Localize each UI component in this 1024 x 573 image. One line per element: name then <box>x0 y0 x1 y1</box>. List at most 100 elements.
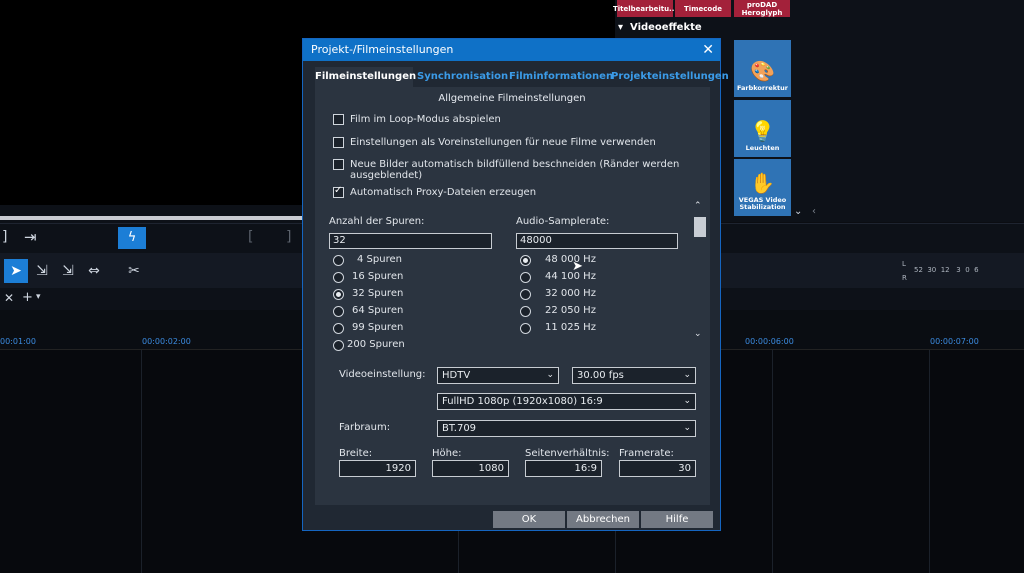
grid-line <box>141 350 142 573</box>
auto-crop-label: Neue Bilder automatisch bildfüllend besc… <box>350 159 680 181</box>
colorspace-label: Farbraum: <box>339 422 391 433</box>
tracks-radio-4[interactable] <box>333 255 344 266</box>
tracks-input[interactable]: 32 <box>329 233 492 249</box>
dropdown-arrow-icon[interactable]: ▾ <box>36 292 41 302</box>
tile-stabilization[interactable]: ✋ VEGAS Video Stabilization <box>734 159 791 216</box>
scrub-bar[interactable] <box>0 216 303 220</box>
help-button[interactable]: Hilfe <box>641 511 713 528</box>
close-icon[interactable]: ✕ <box>4 291 14 305</box>
select-value: FullHD 1080p (1920x1080) 16:9 <box>442 396 603 407</box>
hand-icon: ✋ <box>750 171 775 195</box>
samplerate-option: 22 050 Hz <box>545 305 596 316</box>
tile-label: VEGAS Video Stabilization <box>738 196 787 211</box>
mark-in-icon[interactable]: [ <box>248 229 253 245</box>
videoeffekte-section[interactable]: ▾ Videoeffekte <box>618 22 702 33</box>
select-range-icon[interactable]: ⇲ <box>30 259 54 283</box>
collapse-triangle-icon: ▾ <box>618 22 624 33</box>
effect-item-title[interactable]: Titelbearbeitu... <box>613 0 677 17</box>
chevron-down-icon: ⌄ <box>683 370 691 380</box>
dialog-title: Projekt-/Filmeinstellungen <box>311 43 454 56</box>
ok-button[interactable]: OK <box>493 511 565 528</box>
ruler-label: 00:00:02:00 <box>142 337 191 346</box>
close-icon[interactable]: ✕ <box>702 39 714 61</box>
scrollbar[interactable]: ⌃ ⌄ <box>692 201 706 339</box>
tracks-option: 200 Spuren <box>347 339 405 350</box>
level-meter: L 52 30 12 3 0 6 R <box>898 258 1024 286</box>
scroll-up-icon[interactable]: ⌃ <box>694 201 702 211</box>
tab-panel: Allgemeine Filmeinstellungen Film im Loo… <box>315 87 710 505</box>
palette-icon: 🎨 <box>750 59 775 83</box>
tile-leuchten[interactable]: 💡 Leuchten <box>734 100 791 157</box>
stretch-icon[interactable]: ⇔ <box>82 259 106 283</box>
effect-item-heroglyph[interactable]: proDAD Heroglyph <box>734 0 790 17</box>
proxy-files-checkbox[interactable] <box>333 185 344 198</box>
tracks-radio-64[interactable] <box>333 306 344 317</box>
tracks-option: 99 Spuren <box>352 322 404 333</box>
scroll-left-icon[interactable]: ‹ <box>812 206 816 217</box>
video-format-select[interactable]: FullHD 1080p (1920x1080) 16:9 ⌄ <box>437 393 696 410</box>
select-value: HDTV <box>442 370 471 381</box>
samplerate-option: 48 000 Hz <box>545 254 596 265</box>
tracks-radio-99[interactable] <box>333 323 344 334</box>
tracks-radio-200[interactable] <box>333 340 344 351</box>
samplerate-option: 32 000 Hz <box>545 288 596 299</box>
samplerate-input[interactable]: 48000 <box>516 233 678 249</box>
tracks-radio-32[interactable] <box>333 289 344 300</box>
grid-line <box>929 350 930 573</box>
effect-item-timecode[interactable]: Timecode <box>675 0 731 17</box>
chevron-down-icon[interactable]: ⌄ <box>794 206 802 217</box>
framerate-field[interactable]: 30 <box>619 460 696 477</box>
tab-synchronisation[interactable]: Synchronisation <box>417 67 508 87</box>
height-field[interactable]: 1080 <box>432 460 509 477</box>
save-defaults-label: Einstellungen als Voreinstellungen für n… <box>350 137 656 148</box>
scrollbar-thumb[interactable] <box>694 217 706 237</box>
colorspace-select[interactable]: BT.709 ⌄ <box>437 420 696 437</box>
select-track-icon[interactable]: ⇲ <box>56 259 80 283</box>
samplerate-option: 11 025 Hz <box>545 322 596 333</box>
samplerate-radio-48000[interactable] <box>520 255 531 266</box>
lamp-icon: 💡 <box>750 119 775 143</box>
auto-crop-checkbox[interactable] <box>333 159 344 170</box>
jump-to-out-icon[interactable]: ⇥ <box>24 228 37 246</box>
samplerate-radio-22050[interactable] <box>520 306 531 317</box>
tracks-option: 64 Spuren <box>352 305 404 316</box>
pointer-tool-icon[interactable]: ➤ <box>4 259 28 283</box>
settings-dialog: Projekt-/Filmeinstellungen ✕ Filmeinstel… <box>302 38 729 531</box>
tab-filmeinstellungen[interactable]: Filmeinstellungen <box>315 67 416 87</box>
fps-select[interactable]: 30.00 fps ⌄ <box>572 367 696 384</box>
samplerate-radio-32000[interactable] <box>520 289 531 300</box>
video-setting-label: Videoeinstellung: <box>339 369 426 380</box>
tracks-option: 4 Spuren <box>357 254 402 265</box>
scrub-area[interactable] <box>0 205 303 223</box>
cancel-button[interactable]: Abbrechen <box>567 511 639 528</box>
loop-mode-checkbox[interactable] <box>333 114 344 125</box>
aspect-label: Seitenverhältnis: <box>525 448 610 459</box>
aspect-field[interactable]: 16:9 <box>525 460 602 477</box>
tab-filminformationen[interactable]: Filminformationen <box>509 67 613 87</box>
tile-label: Leuchten <box>745 144 780 152</box>
video-standard-select[interactable]: HDTV ⌄ <box>437 367 559 384</box>
proxy-files-label: Automatisch Proxy-Dateien erzeugen <box>350 187 537 198</box>
flash-icon[interactable]: ϟ <box>118 227 146 249</box>
tile-farbkorrektur[interactable]: 🎨 Farbkorrektur <box>734 40 791 97</box>
meter-l-label: L <box>902 260 906 268</box>
tab-projekteinstellungen[interactable]: Projekteinstellungen <box>611 67 729 87</box>
bracket-icon[interactable]: ] <box>2 229 7 245</box>
width-field[interactable]: 1920 <box>339 460 416 477</box>
section-title: Videoeffekte <box>630 22 702 33</box>
samplerate-radio-11025[interactable] <box>520 323 531 334</box>
ruler-label: 00:00:06:00 <box>745 337 794 346</box>
samplerate-label: Audio-Samplerate: <box>516 216 610 227</box>
tracks-radio-16[interactable] <box>333 272 344 283</box>
general-settings-group: Allgemeine Filmeinstellungen Film im Loo… <box>325 93 706 493</box>
mouse-cursor-icon: ➤ <box>572 259 583 274</box>
add-icon[interactable]: + <box>22 290 33 305</box>
dialog-titlebar[interactable]: Projekt-/Filmeinstellungen <box>303 39 720 61</box>
mark-out-icon[interactable]: ] <box>286 229 291 245</box>
scroll-down-icon[interactable]: ⌄ <box>694 329 702 339</box>
samplerate-radio-44100[interactable] <box>520 272 531 283</box>
save-defaults-checkbox[interactable] <box>333 137 344 148</box>
scissors-icon[interactable]: ✂ <box>122 259 146 283</box>
tab-bar: Filmeinstellungen Synchronisation Filmin… <box>303 67 729 87</box>
meter-r-label: R <box>902 274 907 282</box>
